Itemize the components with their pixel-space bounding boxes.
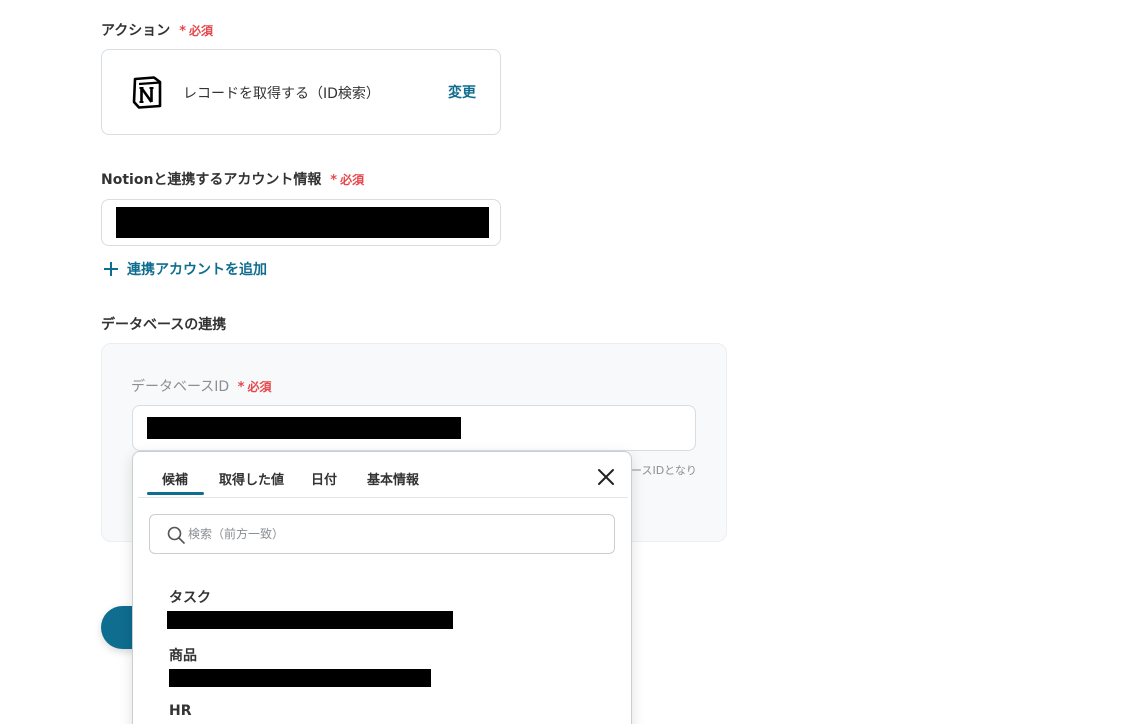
required-badge: * 必須 bbox=[330, 173, 365, 188]
add-account-label: 連携アカウントを追加 bbox=[127, 262, 267, 278]
tab-candidates[interactable]: 候補 bbox=[162, 469, 188, 488]
database-section-title: データベースの連携 bbox=[101, 317, 227, 333]
action-label-row: アクション * 必須 bbox=[101, 20, 213, 40]
search-icon bbox=[167, 526, 185, 544]
picker-tabs: 候補 取得した値 日付 基本情報 bbox=[138, 452, 628, 498]
value-picker-dropdown: 候補 取得した値 日付 基本情報 タスク 商品 HR bbox=[132, 451, 632, 724]
database-id-label: データベースID bbox=[131, 379, 230, 395]
required-mark: * bbox=[330, 173, 338, 188]
active-tab-indicator bbox=[147, 492, 204, 495]
required-mark: * bbox=[179, 24, 186, 39]
option-title: タスク bbox=[169, 590, 211, 606]
search-input[interactable] bbox=[188, 515, 588, 553]
redacted-option-id bbox=[169, 669, 431, 687]
option-title: 商品 bbox=[169, 648, 197, 664]
tab-date[interactable]: 日付 bbox=[311, 469, 337, 488]
tab-basic-info[interactable]: 基本情報 bbox=[367, 469, 419, 488]
account-select[interactable] bbox=[101, 199, 501, 246]
option-title: HR bbox=[169, 703, 192, 719]
plus-icon bbox=[103, 261, 119, 277]
add-account-link[interactable]: 連携アカウントを追加 bbox=[103, 259, 267, 279]
required-badge: * 必須 bbox=[179, 24, 214, 39]
database-id-hint: ースIDとなり bbox=[631, 464, 697, 477]
list-item[interactable]: 商品 bbox=[169, 645, 197, 665]
account-label: Notionと連携するアカウント情報 bbox=[101, 172, 322, 188]
database-id-input[interactable] bbox=[132, 405, 696, 451]
required-badge: * 必須 bbox=[237, 380, 272, 395]
action-name: レコードを取得する（ID検索） bbox=[183, 86, 380, 102]
redacted-option-id bbox=[167, 611, 453, 629]
action-label: アクション bbox=[101, 23, 171, 39]
redacted-database-id bbox=[147, 417, 461, 439]
list-item[interactable]: HR bbox=[169, 703, 192, 719]
action-selector[interactable]: レコードを取得する（ID検索） 変更 bbox=[101, 49, 501, 135]
database-id-label-row: データベースID * 必須 bbox=[131, 376, 272, 396]
account-label-row: Notionと連携するアカウント情報 * 必須 bbox=[101, 169, 364, 189]
required-mark: * bbox=[237, 380, 245, 395]
change-button[interactable]: 変更 bbox=[448, 82, 476, 102]
close-icon[interactable] bbox=[595, 466, 617, 488]
notion-logo-icon bbox=[132, 76, 162, 109]
search-box bbox=[149, 514, 615, 554]
list-item[interactable]: タスク bbox=[169, 587, 211, 607]
redacted-account bbox=[116, 207, 489, 238]
tab-retrieved-values[interactable]: 取得した値 bbox=[219, 469, 284, 488]
